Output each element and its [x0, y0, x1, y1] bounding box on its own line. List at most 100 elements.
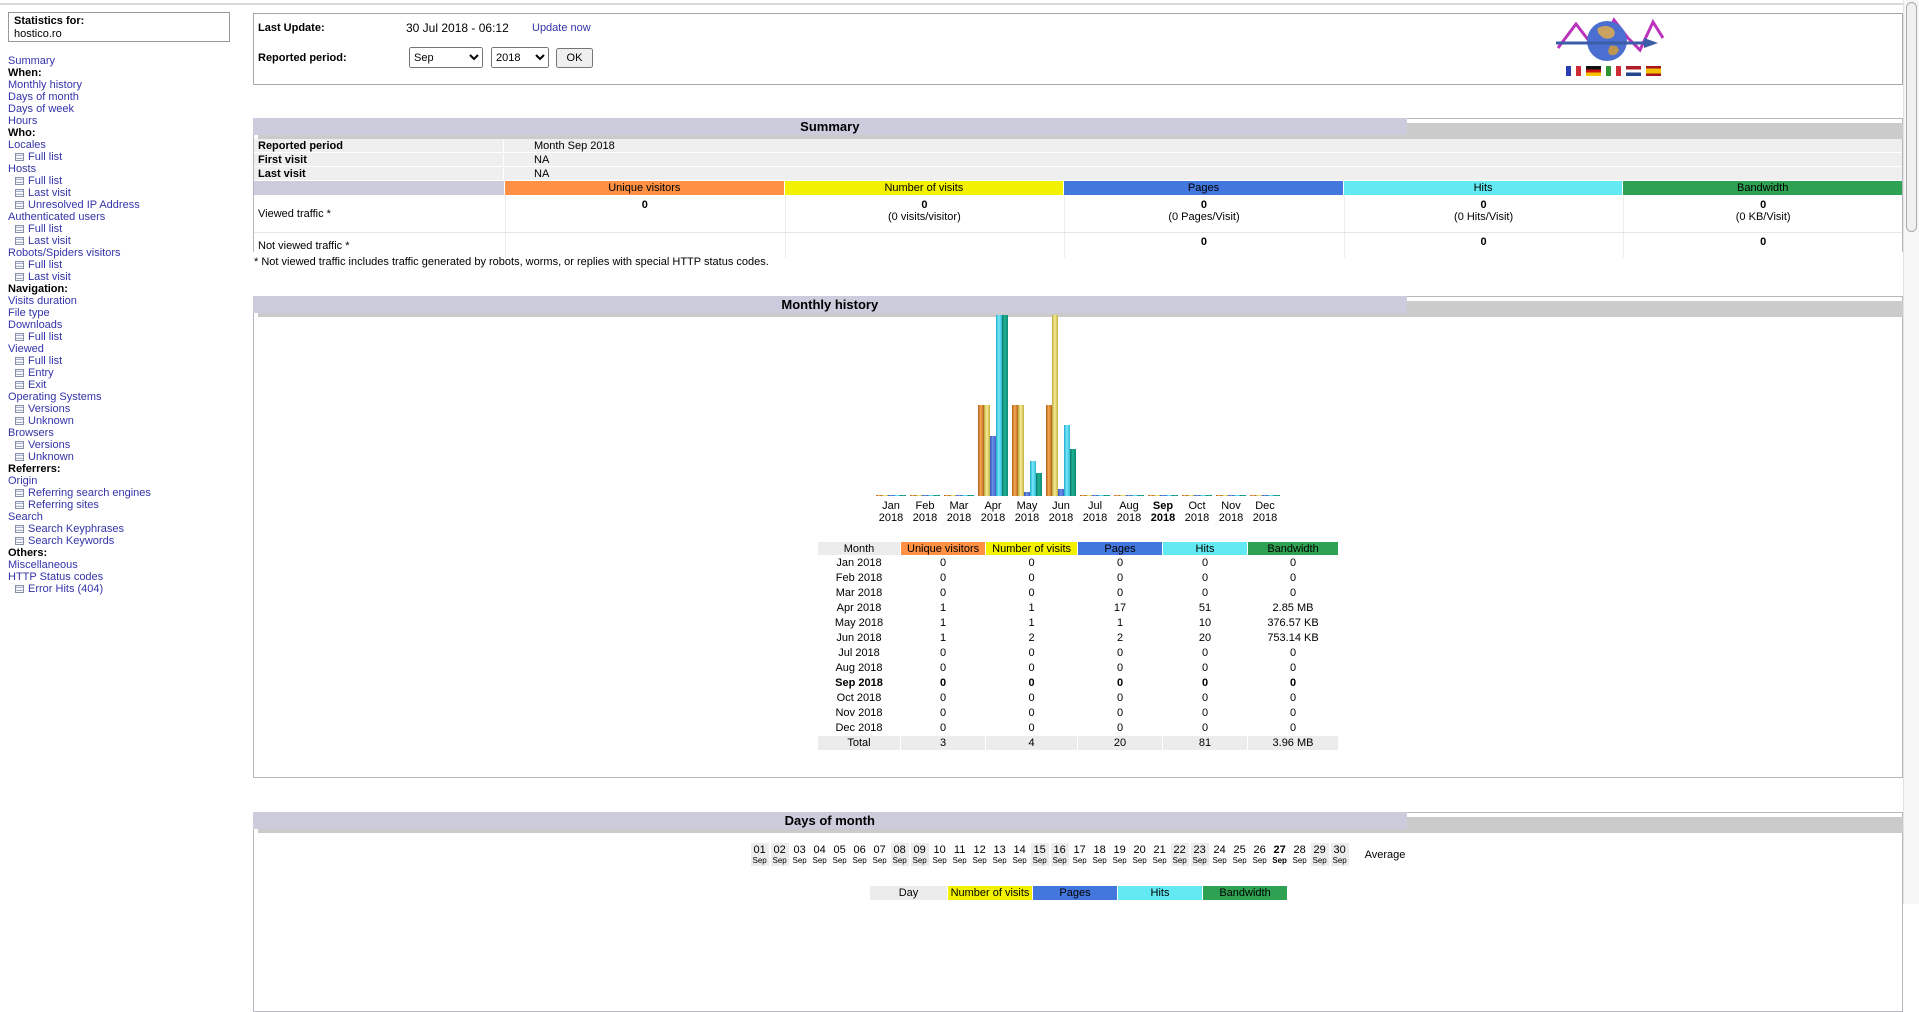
sidebar-link[interactable]: Last visit — [28, 235, 71, 247]
sidebar-link[interactable]: Robots/Spiders visitors — [8, 247, 121, 259]
sidebar-link[interactable]: Unresolved IP Address — [28, 199, 140, 211]
sidebar-link[interactable]: Full list — [28, 175, 62, 187]
day-cell-01: 01Sep — [751, 843, 769, 866]
monthly-chart-labels: Jan2018Feb2018Mar2018Apr2018May2018Jun20… — [874, 500, 1282, 524]
month-name: Sep — [1146, 500, 1180, 512]
logo-graphic — [1554, 16, 1666, 66]
sidebar-link[interactable]: Full list — [28, 331, 62, 343]
day-number: 15 — [1031, 845, 1049, 856]
flag-italy-icon[interactable] — [1606, 66, 1621, 76]
month-select[interactable]: Sep — [409, 47, 483, 68]
day-month: Sep — [791, 856, 809, 865]
bar-bandwidth — [1002, 315, 1008, 496]
sidebar-link[interactable]: Full list — [28, 259, 62, 271]
day-cell-05: 05Sep — [831, 843, 849, 866]
month-year: 2018 — [1112, 512, 1146, 524]
sidebar-link[interactable]: Hosts — [8, 163, 36, 175]
flag-germany-icon[interactable] — [1586, 66, 1601, 76]
summary-info-row: Last visitNA — [254, 167, 1902, 180]
day-cell-28: 28Sep — [1291, 843, 1309, 866]
sidebar-link[interactable]: Viewed — [8, 343, 44, 355]
statistics-for-box: Statistics for: hostico.ro — [8, 12, 230, 42]
sidebar-link[interactable]: Last visit — [28, 187, 71, 199]
sidebar-link[interactable]: Full list — [28, 151, 62, 163]
flag-spain-icon[interactable] — [1646, 66, 1661, 76]
day-cell-24: 24Sep — [1211, 843, 1229, 866]
sidebar-link[interactable]: Downloads — [8, 319, 62, 331]
day-number: 22 — [1171, 845, 1189, 856]
sidebar-link[interactable]: Operating Systems — [8, 391, 102, 403]
sidebar-item-days-of-week: Days of week — [8, 103, 243, 115]
sidebar-item-origin: Origin — [8, 475, 243, 487]
sidebar-link[interactable]: Miscellaneous — [8, 559, 78, 571]
year-select[interactable]: 2018 — [491, 47, 549, 68]
sidebar-link[interactable]: Last visit — [28, 271, 71, 283]
monthly-cell: 0 — [1163, 676, 1247, 690]
sidebar-link[interactable]: Entry — [28, 367, 54, 379]
monthly-total-cell: 3.96 MB — [1248, 736, 1338, 750]
sidebar-link[interactable]: Locales — [8, 139, 46, 151]
list-icon — [15, 381, 24, 389]
day-cell-21: 21Sep — [1151, 843, 1169, 866]
not-viewed-traffic-value: 0 — [1344, 233, 1623, 258]
top-divider — [0, 3, 1903, 5]
sidebar-link[interactable]: Search Keywords — [28, 535, 114, 547]
month-axis-label: May2018 — [1010, 500, 1044, 524]
viewed-traffic-value: 0(0 KB/Visit) — [1623, 196, 1902, 232]
monthly-table-row: Sep 201800000 — [818, 676, 1338, 690]
bar-bandwidth — [1104, 495, 1110, 496]
sidebar-link[interactable]: Unknown — [28, 451, 74, 463]
monthly-total-row: Total3420813.96 MB — [818, 736, 1338, 750]
vertical-scrollbar[interactable] — [1903, 0, 1919, 904]
sidebar-item-browsers: Browsers — [8, 427, 243, 439]
month-bar-group — [1046, 315, 1076, 496]
sidebar-item-search-keywords: Search Keywords — [8, 535, 243, 547]
sidebar-item-full-list: Full list — [8, 223, 243, 235]
sidebar-link[interactable]: Full list — [28, 223, 62, 235]
scrollbar-thumb[interactable] — [1906, 2, 1917, 232]
days-col-header-day: Day — [870, 886, 947, 900]
month-bar-group — [978, 315, 1008, 496]
sidebar-link[interactable]: Summary — [8, 55, 55, 67]
sidebar-link[interactable]: Referring sites — [28, 499, 99, 511]
sidebar-item-hosts: Hosts — [8, 163, 243, 175]
day-cell-25: 25Sep — [1231, 843, 1249, 866]
sidebar-link[interactable]: Days of week — [8, 103, 74, 115]
month-year: 2018 — [1214, 512, 1248, 524]
sidebar-link[interactable]: Exit — [28, 379, 46, 391]
month-bar-group — [1216, 495, 1246, 496]
update-now-link[interactable]: Update now — [532, 22, 591, 34]
day-month: Sep — [991, 856, 1009, 865]
sidebar-link[interactable]: Full list — [28, 355, 62, 367]
sidebar-link[interactable]: Referring search engines — [28, 487, 151, 499]
sidebar-link[interactable]: Visits duration — [8, 295, 77, 307]
sidebar-link[interactable]: HTTP Status codes — [8, 571, 103, 583]
sidebar-link[interactable]: Unknown — [28, 415, 74, 427]
sidebar-link[interactable]: Browsers — [8, 427, 54, 439]
flag-netherlands-icon[interactable] — [1626, 66, 1641, 76]
sidebar-link[interactable]: Versions — [28, 439, 70, 451]
sidebar-link[interactable]: Hours — [8, 115, 37, 127]
monthly-col-header-number-of-visits: Number of visits — [986, 542, 1077, 555]
sidebar-link[interactable]: Authenticated users — [8, 211, 105, 223]
sidebar-link[interactable]: Monthly history — [8, 79, 82, 91]
month-bar-group — [1182, 495, 1212, 496]
month-axis-label: Dec2018 — [1248, 500, 1282, 524]
monthly-table-header-row: MonthUnique visitorsNumber of visitsPage… — [818, 542, 1338, 555]
sidebar-link[interactable]: File type — [8, 307, 50, 319]
monthly-cell: 0 — [1248, 586, 1338, 600]
sidebar-link[interactable]: Error Hits (404) — [28, 583, 103, 595]
flag-france-icon[interactable] — [1566, 66, 1581, 76]
monthly-cell: 0 — [1163, 586, 1247, 600]
sidebar-link[interactable]: Versions — [28, 403, 70, 415]
sidebar-link[interactable]: Days of month — [8, 91, 79, 103]
sidebar-link[interactable]: Search — [8, 511, 43, 523]
monthly-cell: 0 — [1078, 721, 1162, 735]
ok-button[interactable]: OK — [556, 48, 593, 68]
average-label: Average — [1365, 849, 1406, 861]
monthly-cell: 0 — [901, 691, 985, 705]
sidebar-link[interactable]: Search Keyphrases — [28, 523, 124, 535]
sidebar-item-last-visit: Last visit — [8, 187, 243, 199]
sidebar-link[interactable]: Origin — [8, 475, 37, 487]
month-axis-label: Sep2018 — [1146, 500, 1180, 524]
